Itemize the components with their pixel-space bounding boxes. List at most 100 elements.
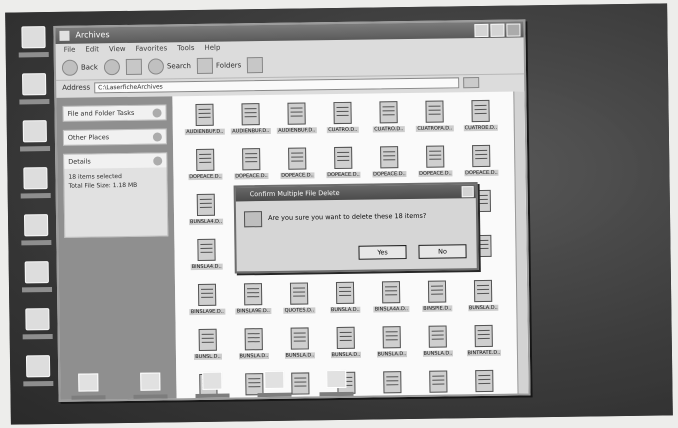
folders-button[interactable]: Folders	[196, 57, 242, 74]
file-item[interactable]: AUDIENBUF.D..	[182, 102, 227, 147]
yes-button[interactable]: Yes	[358, 245, 407, 260]
file-item[interactable]: BINSLA4.D..	[184, 237, 229, 282]
file-item[interactable]: DOPEACE.D..	[413, 143, 458, 188]
panel-header[interactable]: File and Folder Tasks	[63, 105, 166, 121]
file-item[interactable]: AUDIENBUF.D..	[228, 101, 273, 146]
menu-file[interactable]: File	[64, 44, 76, 56]
file-name: DOPEACE.D..	[464, 169, 499, 177]
chevron-up-icon[interactable]	[153, 155, 163, 166]
desktop-icon[interactable]	[18, 351, 59, 399]
file-item[interactable]: DOPEACE.D..	[459, 143, 504, 188]
file-item[interactable]: BINSPIE.D..	[415, 278, 460, 323]
views-button[interactable]	[247, 57, 264, 74]
desktop-icon[interactable]	[17, 304, 58, 352]
file-item[interactable]: BUNSL.D..	[186, 327, 231, 372]
file-item[interactable]: BUNSLA.D..	[323, 280, 368, 325]
menu-help[interactable]: Help	[204, 42, 220, 54]
dialog-titlebar[interactable]: Confirm Multiple File Delete	[235, 184, 476, 202]
file-name: BUNSLA4.D..	[188, 218, 224, 226]
document-icon	[289, 282, 309, 305]
document-icon	[288, 147, 307, 170]
vertical-scrollbar[interactable]	[513, 91, 529, 394]
file-name: CUATROFA.D..	[416, 125, 454, 132]
file-item[interactable]: BINTRATE.D..	[462, 323, 507, 368]
desktop-icon[interactable]	[15, 116, 56, 164]
file-item[interactable]: BUNSLA.D..	[416, 323, 461, 368]
forward-button[interactable]	[103, 59, 121, 76]
desktop-icon[interactable]	[16, 210, 57, 258]
file-item[interactable]: BINSLA4A.D..	[369, 279, 414, 324]
file-name: BINSPIE.D..	[422, 305, 453, 312]
desktop-app-icon	[21, 26, 46, 49]
dialog-close-button[interactable]	[461, 186, 474, 198]
file-name: BINSLA9E.D..	[235, 307, 271, 315]
recycle-bin-icon	[243, 211, 263, 228]
address-field[interactable]: C:\LaserficheArchives	[94, 76, 460, 93]
menu-view[interactable]: View	[109, 43, 126, 55]
file-item[interactable]: QUOTES.D..	[277, 280, 322, 325]
maximize-button[interactable]	[490, 23, 505, 37]
dialog-message: Are you sure you want to delete these 18…	[267, 211, 427, 222]
menu-tools[interactable]: Tools	[177, 42, 194, 54]
app-icon	[78, 373, 99, 392]
folder-icon	[59, 30, 70, 41]
taskbar-item[interactable]	[316, 369, 356, 397]
menu-edit[interactable]: Edit	[85, 43, 99, 55]
desktop-icon[interactable]	[17, 257, 58, 305]
panel-header[interactable]: Other Places	[63, 129, 166, 145]
desktop-icon[interactable]	[15, 163, 56, 211]
up-button[interactable]	[125, 58, 143, 75]
file-item[interactable]	[416, 368, 461, 398]
taskbar-item[interactable]	[254, 370, 294, 398]
file-item[interactable]: CUATRO.D..	[320, 100, 365, 145]
taskbar-item[interactable]	[130, 372, 170, 399]
up-folder-icon	[125, 58, 143, 75]
document-icon	[473, 279, 493, 303]
file-item[interactable]: BINSLA9E.D..	[185, 282, 230, 327]
file-name: BUNSLA.D..	[330, 351, 362, 359]
file-name: CUATROE.D..	[463, 124, 499, 132]
panel-header[interactable]: Details	[64, 153, 167, 169]
app-icon	[326, 369, 347, 389]
file-item[interactable]	[370, 369, 415, 398]
file-item[interactable]: BUNSLA.D..	[324, 325, 369, 370]
file-name: AUDIENBUF.D..	[185, 128, 225, 136]
file-item[interactable]: DOPEACE.D..	[229, 146, 274, 191]
desktop-icon[interactable]	[13, 22, 54, 70]
desktop-app-icon	[22, 120, 47, 143]
address-label: Address	[62, 83, 91, 92]
back-button[interactable]: Back	[61, 59, 98, 76]
desktop-icon[interactable]	[14, 69, 55, 117]
taskbar-item[interactable]	[68, 373, 108, 400]
file-item[interactable]: CUATROE.D..	[458, 98, 503, 143]
file-item[interactable]: DOPEACE.D..	[275, 145, 320, 190]
file-item[interactable]: BUNSLA.D..	[370, 324, 415, 369]
file-item[interactable]: CUATROFA.D..	[412, 98, 457, 143]
document-icon	[429, 370, 448, 393]
file-item[interactable]	[462, 368, 507, 399]
file-item[interactable]: BINSLA9E.D..	[231, 281, 276, 326]
taskbar-item[interactable]	[192, 371, 232, 399]
no-button[interactable]: No	[418, 244, 467, 259]
chevron-up-icon[interactable]	[152, 107, 162, 118]
monitor-photo: Archives File Edit View Favorites Tools …	[5, 3, 673, 425]
chevron-down-icon[interactable]	[152, 131, 162, 142]
file-item[interactable]: AUDIENBUF.D..	[274, 100, 319, 145]
app-icon	[140, 372, 161, 391]
file-name: DOPEACE.D..	[418, 170, 453, 177]
file-item[interactable]: DOPEACE.D..	[183, 147, 228, 192]
file-item[interactable]: DOPEACE.D..	[367, 144, 412, 189]
close-button[interactable]	[506, 23, 521, 37]
file-item[interactable]: CUATRO.D..	[366, 99, 411, 144]
file-item[interactable]: BUNSLA.D..	[278, 325, 323, 370]
file-item[interactable]: BUNSLA.D..	[232, 326, 277, 371]
app-icon	[264, 370, 285, 390]
minimize-button[interactable]	[474, 23, 489, 38]
file-item[interactable]: BUNSLA4.D..	[184, 192, 229, 237]
file-item[interactable]: DOPEACE.D..	[321, 145, 366, 190]
search-button[interactable]: Search	[147, 58, 191, 75]
menu-favorites[interactable]: Favorites	[135, 42, 168, 54]
go-button[interactable]	[462, 76, 480, 88]
file-item[interactable]: BUNSLA.D..	[461, 278, 506, 323]
details-total-size: Total File Size: 1.18 MB	[68, 181, 138, 190]
